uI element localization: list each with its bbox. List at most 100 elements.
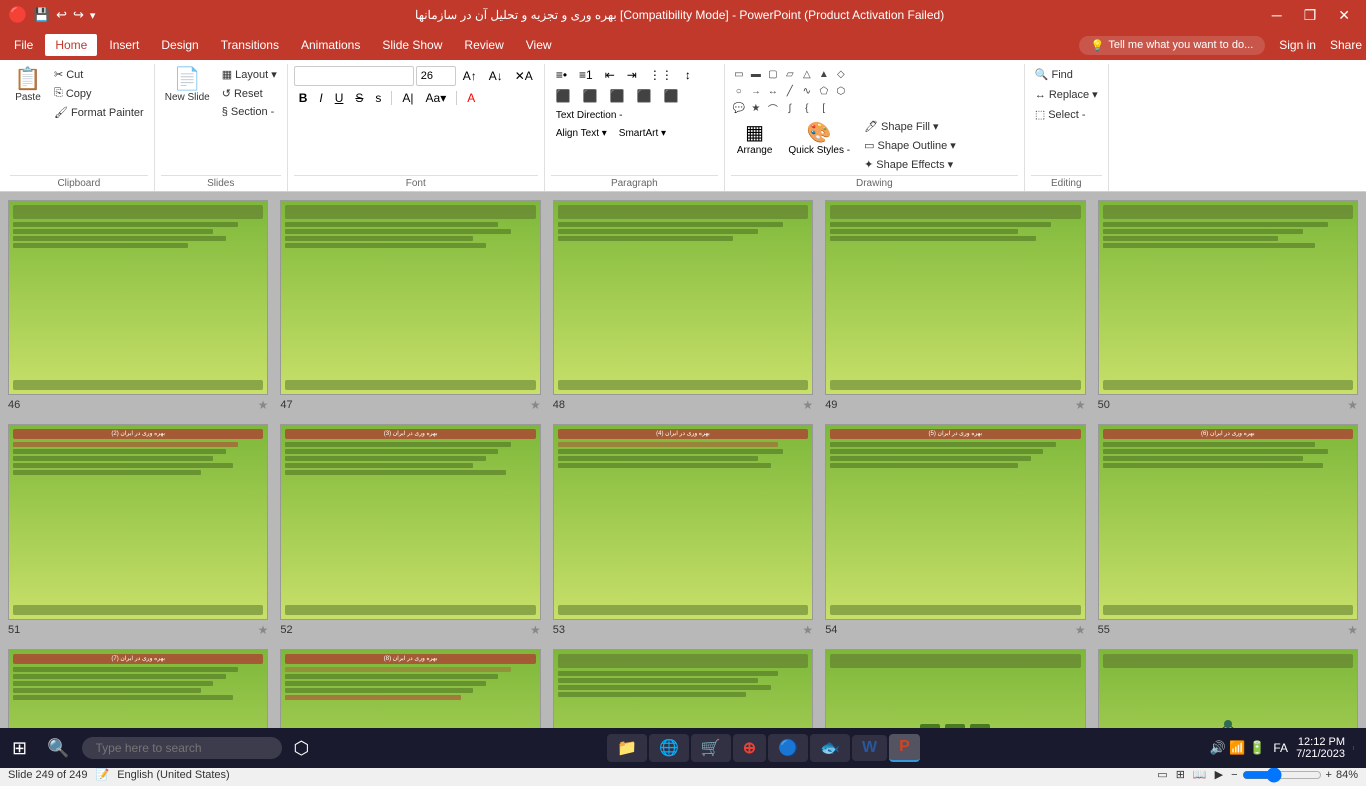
- time-display[interactable]: 12:12 PM 7/21/2023: [1296, 736, 1345, 760]
- slide-thumbnail-52[interactable]: بهره وری در ایران (3): [280, 424, 540, 619]
- list-item[interactable]: 50 ★: [1098, 200, 1358, 412]
- normal-view-btn[interactable]: ▭: [1157, 768, 1167, 781]
- taskbar-powerpoint[interactable]: P: [889, 734, 920, 762]
- shape-circle[interactable]: ○: [731, 83, 747, 99]
- tell-me-bar[interactable]: 💡 Tell me what you want to do...: [1079, 36, 1266, 55]
- menu-view[interactable]: View: [516, 34, 562, 56]
- shape-diamond[interactable]: ◇: [833, 66, 849, 82]
- shape-rect2[interactable]: ▬: [748, 66, 764, 82]
- align-left[interactable]: ⬛: [551, 87, 576, 105]
- notes-icon[interactable]: 📝: [96, 768, 110, 781]
- slide-thumbnail-53[interactable]: بهره وری در ایران (4): [553, 424, 813, 619]
- shape-curve[interactable]: ∿: [799, 83, 815, 99]
- start-button[interactable]: ⊞: [4, 734, 35, 763]
- reading-view-btn[interactable]: 📖: [1193, 768, 1207, 781]
- char-spacing-button[interactable]: A|: [397, 89, 418, 107]
- shape-parallelogram[interactable]: ▱: [782, 66, 798, 82]
- taskbar-app5[interactable]: 🔵: [768, 734, 808, 762]
- shadow-button[interactable]: s: [370, 89, 386, 107]
- taskbar-app6[interactable]: 🐟: [810, 734, 850, 762]
- select-button[interactable]: ⬚ Select -: [1031, 106, 1090, 123]
- shape-bracket[interactable]: [: [816, 100, 832, 116]
- taskbar-edge[interactable]: 🌐: [649, 734, 689, 762]
- list-item[interactable]: 48 ★: [553, 200, 813, 412]
- zoom-in-btn[interactable]: +: [1326, 769, 1332, 781]
- format-painter-button[interactable]: 🖌 Format Painter: [50, 104, 148, 121]
- shape-callout[interactable]: 💬: [731, 100, 747, 116]
- shape-more1[interactable]: ⌒: [765, 100, 781, 116]
- menu-insert[interactable]: Insert: [99, 34, 149, 56]
- quick-access-save[interactable]: 💾: [34, 7, 50, 23]
- close-button[interactable]: ✕: [1330, 5, 1358, 26]
- bold-button[interactable]: B: [294, 89, 313, 107]
- slides-panel[interactable]: 46 ★: [0, 192, 1366, 762]
- change-case-button[interactable]: Aa▾: [421, 89, 452, 107]
- menu-slideshow[interactable]: Slide Show: [372, 34, 452, 56]
- shape-rect[interactable]: ▭: [731, 66, 747, 82]
- slide-thumbnail-50[interactable]: [1098, 200, 1358, 395]
- quick-access-redo[interactable]: ↪: [73, 7, 84, 23]
- convert-smartart-button[interactable]: SmartArt ▾: [614, 126, 671, 141]
- strikethrough-button[interactable]: S: [350, 89, 368, 107]
- shape-tri2[interactable]: ▲: [816, 66, 832, 82]
- arrange-button[interactable]: ▦ Arrange: [731, 118, 779, 158]
- increase-indent[interactable]: ⇥: [622, 66, 642, 84]
- slide-thumbnail-55[interactable]: بهره وری در ایران (6): [1098, 424, 1358, 619]
- align-right[interactable]: ⬛: [605, 87, 630, 105]
- numbering-button[interactable]: ≡1: [574, 66, 598, 84]
- menu-transitions[interactable]: Transitions: [211, 34, 289, 56]
- shape-arrow2[interactable]: ↔: [765, 83, 781, 99]
- taskbar-chrome[interactable]: ⊕: [733, 734, 766, 762]
- align-text-button[interactable]: Align Text ▾: [551, 126, 612, 141]
- show-desktop-btn[interactable]: [1353, 746, 1362, 750]
- taskbar-word[interactable]: W: [852, 735, 887, 761]
- menu-home[interactable]: Home: [45, 34, 97, 56]
- align-center[interactable]: ⬛: [578, 87, 603, 105]
- share-button[interactable]: Share: [1330, 38, 1362, 52]
- zoom-control[interactable]: − + 84%: [1231, 767, 1358, 783]
- find-button[interactable]: 🔍 Find: [1031, 66, 1077, 83]
- quick-styles-button[interactable]: 🎨 Quick Styles -: [782, 118, 856, 158]
- list-item[interactable]: بهره وری در ایران (5) 54 ★: [825, 424, 1085, 636]
- layout-button[interactable]: ▦ Layout ▾: [218, 66, 281, 83]
- font-size-input[interactable]: [416, 66, 456, 86]
- shape-effects-button[interactable]: ✦ Shape Effects ▾: [860, 156, 960, 173]
- section-button[interactable]: § Section -: [218, 104, 281, 120]
- justify[interactable]: ⬛: [632, 87, 657, 105]
- shape-tri1[interactable]: △: [799, 66, 815, 82]
- italic-button[interactable]: I: [314, 89, 327, 107]
- shape-hex[interactable]: ⬡: [833, 83, 849, 99]
- clear-formatting[interactable]: ✕A: [510, 67, 538, 85]
- language-indicator[interactable]: FA: [1273, 741, 1288, 755]
- zoom-slider[interactable]: [1242, 767, 1322, 783]
- decrease-font-size[interactable]: A↓: [484, 67, 508, 85]
- taskbar-search-input[interactable]: [82, 737, 282, 759]
- restore-button[interactable]: ❐: [1296, 5, 1325, 26]
- list-item[interactable]: بهره وری در ایران (2) 51 ★: [8, 424, 268, 636]
- shape-pentagon[interactable]: ⬠: [816, 83, 832, 99]
- justify-low[interactable]: ⬛: [659, 87, 684, 105]
- slide-thumbnail-51[interactable]: بهره وری در ایران (2): [8, 424, 268, 619]
- slide-thumbnail-46[interactable]: [8, 200, 268, 395]
- slide-thumbnail-49[interactable]: [825, 200, 1085, 395]
- decrease-indent[interactable]: ⇤: [600, 66, 620, 84]
- menu-design[interactable]: Design: [151, 34, 208, 56]
- quick-access-undo[interactable]: ↩: [56, 7, 67, 23]
- text-direction-button[interactable]: Text Direction -: [551, 108, 628, 123]
- underline-button[interactable]: U: [330, 89, 349, 107]
- minimize-button[interactable]: ─: [1264, 5, 1290, 25]
- cols-button[interactable]: ⋮⋮: [644, 66, 678, 84]
- increase-font-size[interactable]: A↑: [458, 67, 482, 85]
- search-button[interactable]: 🔍: [39, 734, 77, 763]
- slideshow-btn[interactable]: ▶: [1215, 768, 1223, 781]
- taskbar-file-explorer[interactable]: 📁: [607, 734, 647, 762]
- shape-brace[interactable]: {: [799, 100, 815, 116]
- shape-more2[interactable]: ∫: [782, 100, 798, 116]
- sign-in-button[interactable]: Sign in: [1279, 38, 1316, 52]
- task-view-button[interactable]: ⬡: [286, 734, 318, 763]
- slide-thumbnail-47[interactable]: [280, 200, 540, 395]
- list-item[interactable]: 49 ★: [825, 200, 1085, 412]
- taskbar-store[interactable]: 🛒: [691, 734, 731, 762]
- slide-sorter-btn[interactable]: ⊞: [1176, 768, 1185, 781]
- reset-button[interactable]: ↺ Reset: [218, 85, 281, 102]
